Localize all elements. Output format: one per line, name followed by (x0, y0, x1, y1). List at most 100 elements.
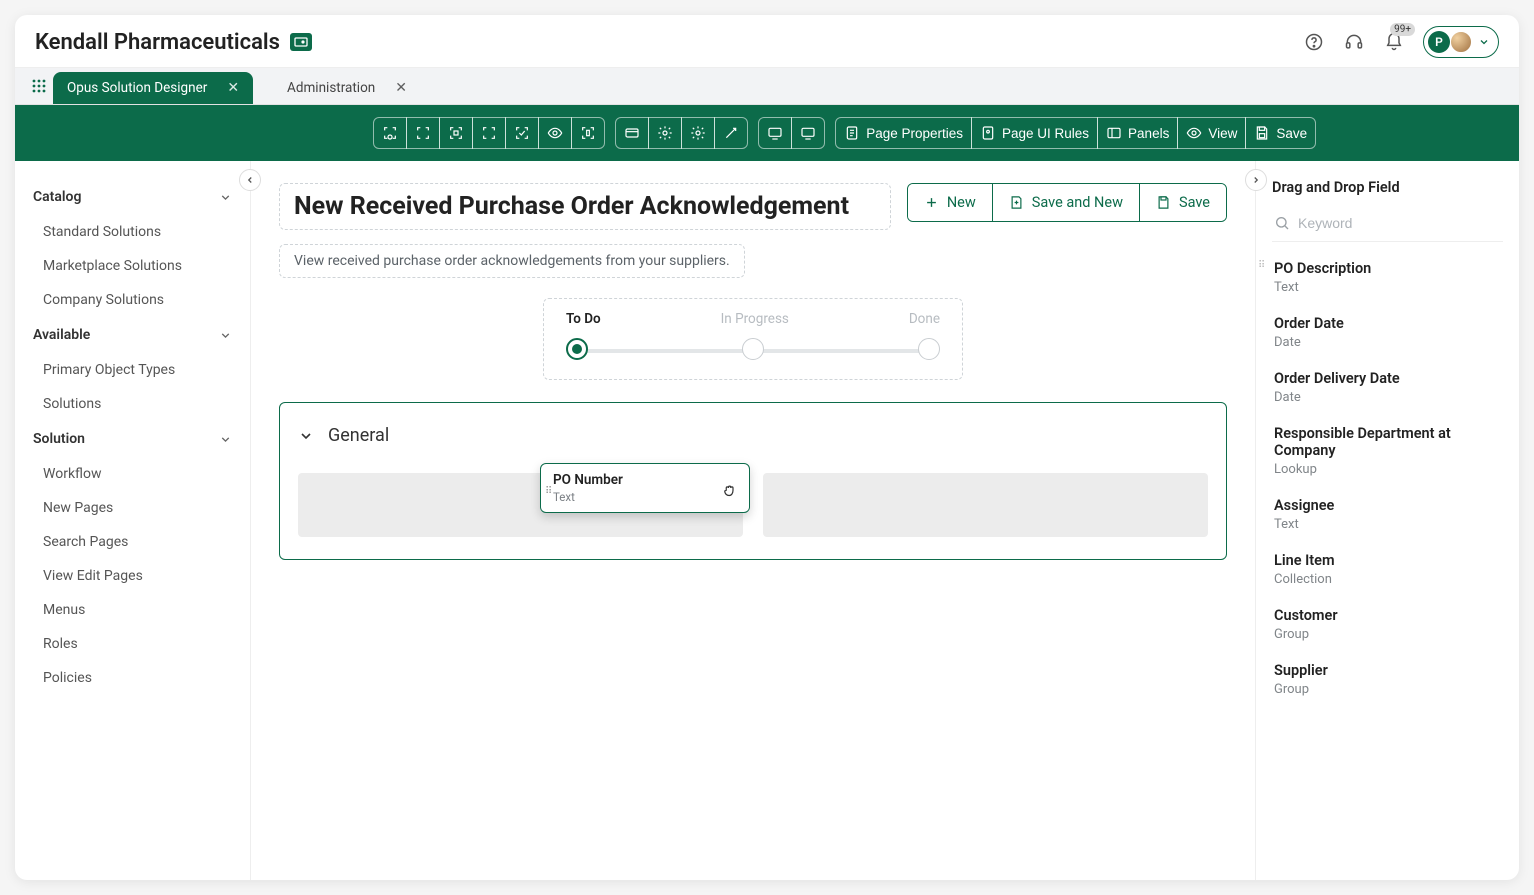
notifications-icon[interactable]: 99+ (1383, 31, 1405, 53)
toolbar-eye[interactable] (538, 117, 572, 149)
field-type: Group (1274, 682, 1501, 697)
field-item-customer[interactable]: Customer Group (1272, 597, 1503, 652)
close-icon[interactable]: ✕ (395, 80, 407, 96)
tab-administration[interactable]: Administration✕ (273, 72, 421, 104)
notifications-badge: 99+ (1390, 23, 1415, 36)
field-drop-slot[interactable] (763, 473, 1208, 537)
sidebar-item-search-pages[interactable]: Search Pages (29, 525, 236, 559)
tab-opus-solution-designer[interactable]: Opus Solution Designer✕ (53, 72, 253, 104)
field-type: Collection (1274, 572, 1501, 587)
sidebar-item-workflow[interactable]: Workflow (29, 457, 236, 491)
field-item-responsible-department-at-company[interactable]: Responsible Department at Company Lookup (1272, 415, 1503, 487)
field-type: Lookup (1274, 462, 1501, 477)
field-item-line-item[interactable]: Line ItemCollection (1272, 542, 1503, 597)
toolbar-device-1[interactable] (758, 117, 792, 149)
save-button[interactable]: Save (1139, 184, 1226, 221)
toolbar-card[interactable] (615, 117, 649, 149)
sidebar-group-title: Catalog (33, 189, 81, 205)
field-item-assignee[interactable]: AssigneeText (1272, 487, 1503, 542)
view-button[interactable]: View (1177, 117, 1246, 149)
toolbar-frame-4[interactable] (472, 117, 506, 149)
dragging-field-chip[interactable]: ⠿ PO Number Text (540, 463, 750, 513)
chevron-down-icon (219, 191, 232, 204)
toolbar-frame-2[interactable] (406, 117, 440, 149)
section-field-row (298, 473, 1208, 537)
field-item-supplier[interactable]: SupplierGroup (1272, 652, 1503, 707)
collapse-left-handle[interactable] (239, 169, 261, 191)
toolbar-group-settings (615, 117, 748, 149)
sidebar-group-title: Solution (33, 431, 85, 447)
progress-node[interactable] (918, 338, 940, 360)
sidebar-item-new-pages[interactable]: New Pages (29, 491, 236, 525)
brand-logo-icon (290, 33, 312, 51)
sidebar-item-policies[interactable]: Policies (29, 661, 236, 695)
field-name: Customer (1274, 607, 1501, 624)
topbar: Kendall Pharmaceuticals 99+ P (15, 15, 1519, 67)
toolbar: Page Properties Page UI Rules Panels Vie… (15, 105, 1519, 161)
grip-icon: ⠿ (545, 486, 552, 497)
page-title[interactable]: New Received Purchase Order Acknowledgem… (279, 183, 891, 230)
right-panel-title: Drag and Drop Field (1272, 175, 1503, 209)
progress-label: Done (909, 311, 940, 327)
progress-node[interactable] (742, 338, 764, 360)
sidebar-item-roles[interactable]: Roles (29, 627, 236, 661)
progress-node[interactable] (566, 338, 588, 360)
toolbar-gear-1[interactable] (648, 117, 682, 149)
headset-icon[interactable] (1343, 31, 1365, 53)
field-item-order-date[interactable]: Order DateDate (1272, 305, 1503, 360)
toolbar-save-button[interactable]: Save (1245, 117, 1316, 149)
progress-steps[interactable]: To DoIn ProgressDone (543, 298, 963, 380)
field-item-po-description[interactable]: ⠿PO DescriptionText (1272, 250, 1503, 305)
panels-button[interactable]: Panels (1097, 117, 1178, 149)
sidebar-group-catalog[interactable]: Catalog (29, 179, 236, 215)
toolbar-wand[interactable] (714, 117, 748, 149)
sidebar-item-menus[interactable]: Menus (29, 593, 236, 627)
field-name: Assignee (1274, 497, 1501, 514)
save-and-new-button[interactable]: Save and New (992, 184, 1139, 221)
app-window: Kendall Pharmaceuticals 99+ P (15, 15, 1519, 880)
field-search-input[interactable] (1298, 215, 1501, 231)
collapse-right-handle[interactable] (1245, 169, 1267, 191)
close-icon[interactable]: ✕ (227, 80, 239, 96)
progress-label: To Do (566, 311, 601, 327)
new-button[interactable]: New (908, 184, 992, 221)
help-icon[interactable] (1303, 31, 1325, 53)
toolbar-frame-1[interactable] (373, 117, 407, 149)
profile-menu[interactable]: P (1423, 26, 1499, 58)
sidebar: Catalog Standard SolutionsMarketplace Sol… (15, 161, 251, 880)
page-subtitle[interactable]: View received purchase order acknowledge… (279, 244, 745, 278)
tab-row: Opus Solution Designer✕ Administration✕ (15, 67, 1519, 105)
header-actions: New Save and New Save (907, 183, 1227, 222)
sidebar-item-view-edit-pages[interactable]: View Edit Pages (29, 559, 236, 593)
chevron-down-icon (219, 433, 232, 446)
sidebar-item-standard-solutions[interactable]: Standard Solutions (29, 215, 236, 249)
toolbar-frame-6[interactable] (571, 117, 605, 149)
field-type: Date (1274, 390, 1501, 405)
toolbar-device-2[interactable] (791, 117, 825, 149)
toolbar-frame-3[interactable] (439, 117, 473, 149)
toolbar-group-page: Page Properties Page UI Rules Panels Vie… (835, 117, 1316, 149)
field-type: Group (1274, 627, 1501, 642)
grab-cursor-icon (721, 482, 739, 500)
apps-grid-icon[interactable] (25, 68, 53, 104)
page-header: New Received Purchase Order Acknowledgem… (279, 183, 1227, 230)
right-panel: Drag and Drop Field ⠿PO DescriptionTextO… (1255, 161, 1519, 880)
sidebar-item-solutions[interactable]: Solutions (29, 387, 236, 421)
page-properties-button[interactable]: Page Properties (835, 117, 972, 149)
sidebar-item-company-solutions[interactable]: Company Solutions (29, 283, 236, 317)
sidebar-group-title: Available (33, 327, 90, 343)
sidebar-item-marketplace-solutions[interactable]: Marketplace Solutions (29, 249, 236, 283)
field-type: Date (1274, 335, 1501, 350)
toolbar-frame-5[interactable] (505, 117, 539, 149)
sidebar-group-solution[interactable]: Solution (29, 421, 236, 457)
field-name: Responsible Department at Company (1274, 425, 1501, 459)
section-general[interactable]: General ⠿ PO Number Text (279, 402, 1227, 560)
field-search[interactable] (1272, 209, 1503, 242)
section-header[interactable]: General (298, 421, 1208, 461)
page-ui-rules-button[interactable]: Page UI Rules (971, 117, 1098, 149)
toolbar-group-devices (758, 117, 825, 149)
toolbar-gear-2[interactable] (681, 117, 715, 149)
sidebar-item-primary-object-types[interactable]: Primary Object Types (29, 353, 236, 387)
field-item-order-delivery-date[interactable]: Order Delivery DateDate (1272, 360, 1503, 415)
sidebar-group-available[interactable]: Available (29, 317, 236, 353)
